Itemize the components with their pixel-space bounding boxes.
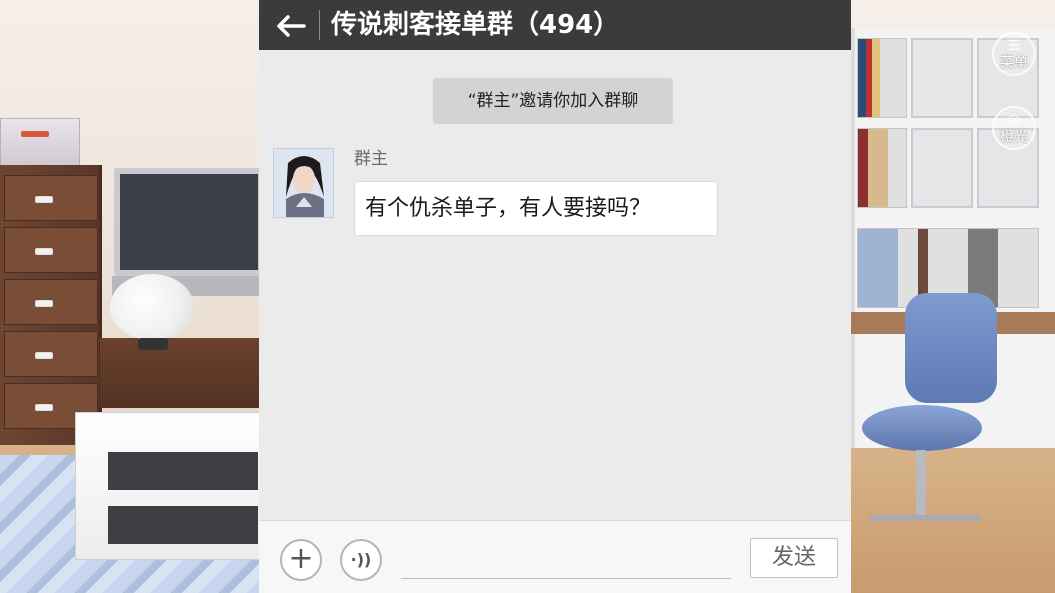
game-menu-button[interactable]: ☰ 菜单 bbox=[992, 32, 1036, 76]
drawer bbox=[4, 227, 98, 273]
table-shelf bbox=[108, 506, 258, 544]
voice-icon: ·)) bbox=[350, 550, 372, 569]
avatar[interactable] bbox=[273, 148, 334, 218]
chair-back bbox=[905, 293, 997, 403]
locker-door bbox=[911, 128, 973, 208]
input-bar: + ·)) 发送 bbox=[259, 520, 851, 593]
list-icon: ☰ bbox=[1007, 38, 1021, 54]
header-divider bbox=[319, 10, 320, 40]
chair-leg bbox=[870, 515, 980, 521]
sender-name: 群主 bbox=[354, 149, 388, 169]
back-button[interactable] bbox=[271, 6, 311, 44]
tv-cabinet bbox=[100, 338, 265, 408]
chair-pole bbox=[916, 450, 926, 520]
chair-seat bbox=[862, 405, 982, 451]
chat-title: 传说刺客接单群（494） bbox=[331, 10, 620, 40]
drawer bbox=[4, 279, 98, 325]
left-arrow-icon bbox=[276, 8, 306, 41]
storage-box bbox=[0, 118, 80, 168]
game-menu-label: 菜单 bbox=[1000, 55, 1028, 71]
dresser bbox=[0, 165, 102, 445]
system-notice: “群主”邀请你加入群聊 bbox=[433, 78, 673, 124]
lamp bbox=[110, 274, 194, 340]
voice-button[interactable]: ·)) bbox=[340, 539, 382, 581]
message-input[interactable] bbox=[401, 543, 731, 579]
chat-window: 传说刺客接单群（494） “群主”邀请你加入群聊 群主 有个仇杀单子，有人要接吗… bbox=[259, 0, 851, 593]
orange-light-label: 橙光 bbox=[1000, 129, 1028, 145]
book-cubby bbox=[857, 128, 907, 208]
table-shelf bbox=[108, 452, 258, 490]
book-cubby bbox=[857, 38, 907, 118]
lamp-base bbox=[138, 338, 168, 350]
orange-light-button[interactable]: ◎ 橙光 bbox=[992, 106, 1036, 150]
television bbox=[114, 168, 264, 276]
chat-header: 传说刺客接单群（494） bbox=[259, 0, 851, 50]
message-bubble: 有个仇杀单子，有人要接吗？ bbox=[354, 181, 718, 236]
drawer bbox=[4, 331, 98, 377]
locker-door bbox=[911, 38, 973, 118]
plus-icon: + bbox=[288, 541, 314, 576]
add-attachment-button[interactable]: + bbox=[280, 539, 322, 581]
drawer bbox=[4, 175, 98, 221]
orange-light-logo-icon: ◎ bbox=[1007, 112, 1021, 128]
send-button[interactable]: 发送 bbox=[750, 538, 838, 578]
